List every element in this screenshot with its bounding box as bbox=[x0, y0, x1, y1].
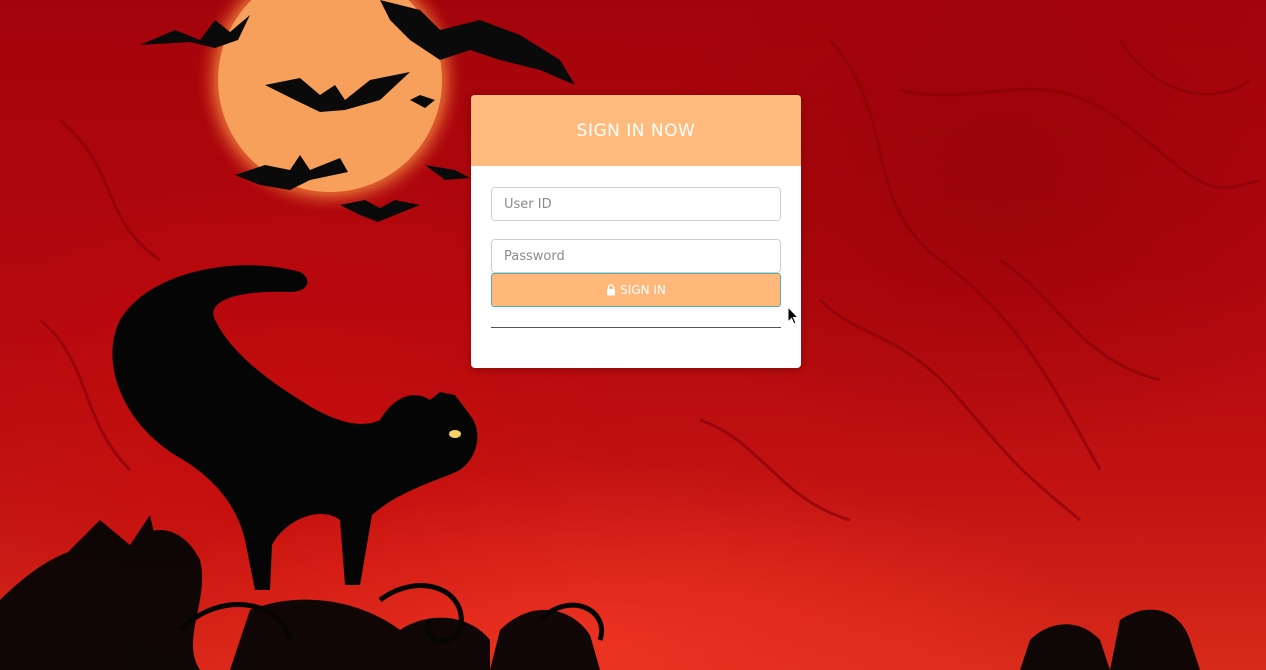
login-title: SIGN IN NOW bbox=[576, 120, 696, 141]
user-id-input[interactable] bbox=[491, 187, 781, 221]
cat-eye bbox=[449, 430, 461, 438]
sign-in-button[interactable]: SIGN IN bbox=[491, 273, 781, 307]
lock-icon bbox=[607, 284, 616, 296]
login-form: SIGN IN bbox=[471, 166, 801, 328]
form-divider bbox=[491, 327, 781, 328]
foliage bbox=[0, 515, 1200, 670]
login-card-header: SIGN IN NOW bbox=[471, 95, 801, 166]
login-page: SIGN IN NOW SIGN IN bbox=[0, 0, 1266, 670]
sign-in-label: SIGN IN bbox=[620, 283, 666, 297]
mouse-pointer-icon bbox=[787, 306, 800, 325]
password-input[interactable] bbox=[491, 239, 781, 273]
login-card: SIGN IN NOW SIGN IN bbox=[471, 95, 801, 368]
